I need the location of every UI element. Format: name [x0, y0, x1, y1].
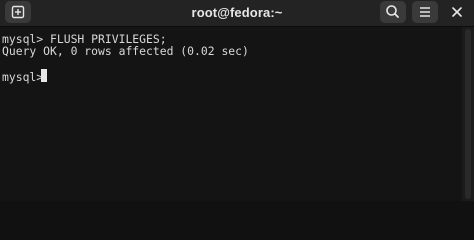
- close-icon: [452, 7, 462, 17]
- terminal-line-result: Query OK, 0 rows affected (0.02 sec): [2, 44, 249, 58]
- terminal-output[interactable]: mysql> FLUSH PRIVILEGES; Query OK, 0 row…: [0, 27, 462, 201]
- search-button[interactable]: [380, 1, 406, 23]
- scrollbar-thumb[interactable]: [465, 29, 471, 199]
- terminal-window: root@fedora:~ mysql> FLUSH PRIVILEGES; Q…: [0, 0, 474, 201]
- close-button[interactable]: [444, 1, 470, 23]
- menu-button[interactable]: [412, 1, 438, 23]
- text-cursor: [41, 69, 47, 82]
- search-icon: [386, 5, 399, 18]
- scrollbar[interactable]: [462, 27, 474, 201]
- titlebar: root@fedora:~: [0, 0, 474, 27]
- hamburger-menu-icon: [420, 7, 430, 17]
